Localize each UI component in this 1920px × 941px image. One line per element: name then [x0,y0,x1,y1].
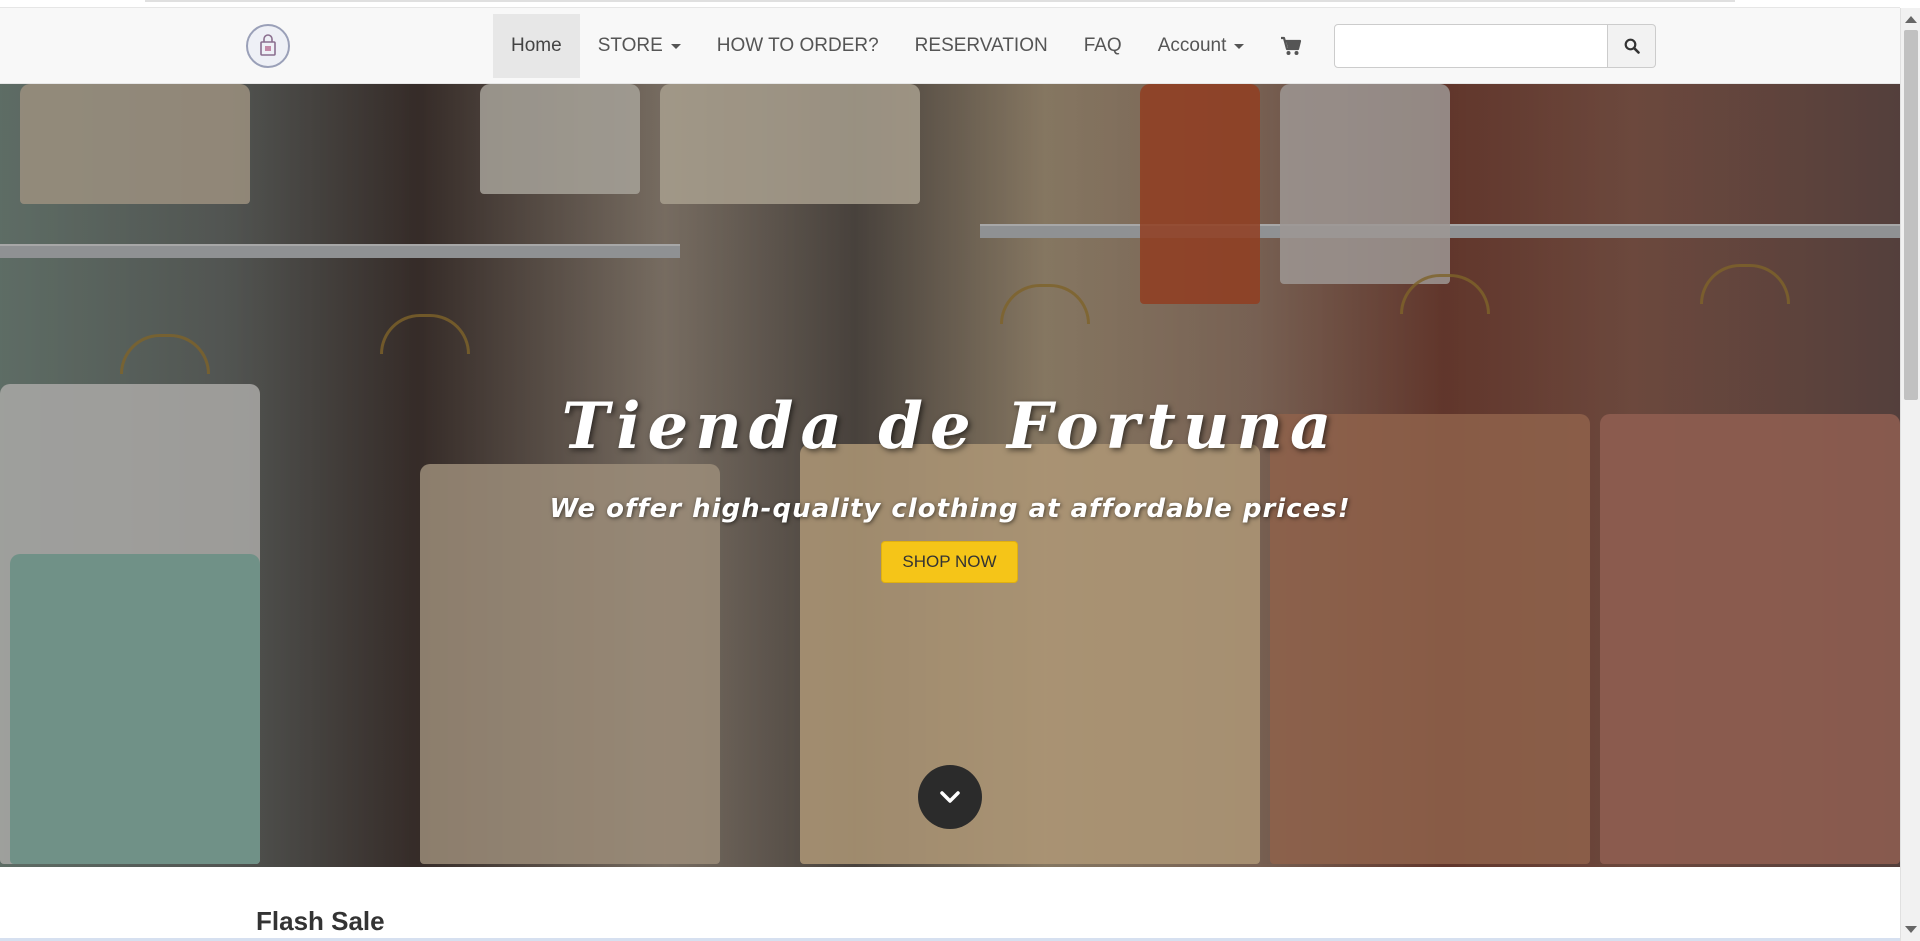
nav-store-label: STORE [597,35,663,56]
search-bar [1334,24,1656,68]
caret-down-icon [1234,43,1245,49]
nav-how-to-order[interactable]: HOW TO ORDER? [699,14,897,78]
caret-down-icon [670,43,681,49]
scroll-up-arrow-icon[interactable] [1905,16,1917,23]
nav-reservation[interactable]: RESERVATION [897,14,1066,78]
cart-icon[interactable] [1262,14,1320,78]
main-nav: Home STORE HOW TO ORDER? RESERVATION FAQ… [493,14,1320,78]
nav-account-label: Account [1157,35,1227,56]
search-icon [1624,38,1640,54]
nav-home-label: Home [511,35,562,56]
shop-now-button[interactable]: SHOP NOW [881,541,1018,583]
flash-sale-heading: Flash Sale [256,906,385,936]
hero-title: Tienda de Fortuna [561,389,1339,464]
search-input[interactable] [1334,24,1608,68]
scroll-down-button[interactable] [918,765,982,829]
chevron-down-icon [940,791,960,803]
nav-account[interactable]: Account [1140,14,1263,78]
nav-store[interactable]: STORE [580,14,699,78]
nav-faq[interactable]: FAQ [1066,14,1140,78]
nav-faq-label: FAQ [1083,35,1122,56]
page-scrollbar[interactable] [1900,8,1920,941]
hero-banner: Tienda de Fortuna We offer high-quality … [0,84,1900,867]
navbar: Home STORE HOW TO ORDER? RESERVATION FAQ… [0,8,1900,84]
browser-top-strip [0,0,1900,8]
search-button[interactable] [1608,24,1656,68]
shop-logo-icon[interactable] [246,24,290,68]
nav-home[interactable]: Home [493,14,580,78]
hero-dark-overlay [0,84,1900,867]
nav-reservation-label: RESERVATION [914,35,1048,56]
nav-how-to-order-label: HOW TO ORDER? [716,35,879,56]
scrollbar-thumb[interactable] [1904,30,1918,400]
hero-subtitle: We offer high-quality clothing at afford… [549,494,1351,524]
scroll-down-arrow-icon[interactable] [1905,926,1917,933]
